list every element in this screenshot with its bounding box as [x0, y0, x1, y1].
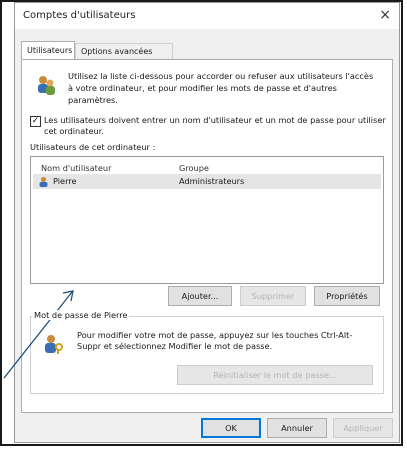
intro-text: Utilisez la liste ci-dessous pour accord…	[68, 71, 374, 105]
tab-users[interactable]: Utilisateurs	[21, 41, 75, 59]
users-tab-panel: Utilisez la liste ci-dessous pour accord…	[21, 59, 393, 413]
remove-user-button[interactable]: Supprimer	[240, 286, 306, 306]
title-bar: Comptes d'utilisateurs ×	[15, 3, 399, 29]
properties-button[interactable]: Propriétés	[314, 286, 380, 306]
password-group-title: Mot de passe de Pierre	[32, 310, 130, 320]
column-header-group[interactable]: Groupe	[179, 163, 209, 173]
apply-button[interactable]: Appliquer	[333, 418, 393, 438]
user-accounts-dialog: Comptes d'utilisateurs × Utilisateurs Op…	[14, 2, 400, 443]
password-groupbox: Pour modifier votre mot de passe, appuye…	[30, 316, 384, 394]
require-password-checkbox[interactable]: ✓	[30, 116, 41, 127]
user-key-icon	[45, 335, 63, 354]
cancel-button[interactable]: Annuler	[267, 418, 327, 438]
users-listbox[interactable]: Nom d'utilisateur Groupe Pierre Administ…	[30, 156, 384, 284]
add-user-button[interactable]: Ajouter...	[168, 286, 232, 306]
password-change-instructions: Pour modifier votre mot de passe, appuye…	[77, 330, 353, 351]
users-icon	[38, 76, 55, 95]
user-icon	[39, 176, 48, 187]
require-password-label: Les utilisateurs doivent entrer un nom d…	[44, 115, 386, 136]
reset-password-button[interactable]: Réinitialiser le mot de passe...	[177, 365, 373, 385]
table-row[interactable]: Pierre Administrateurs	[33, 174, 381, 189]
tab-advanced-options[interactable]: Options avancées	[75, 43, 173, 59]
user-name-cell: Pierre	[53, 176, 77, 186]
window-title: Comptes d'utilisateurs	[23, 10, 136, 21]
ok-button[interactable]: OK	[201, 418, 261, 438]
close-icon[interactable]: ×	[379, 7, 391, 23]
user-group-cell: Administrateurs	[179, 176, 245, 186]
column-header-username[interactable]: Nom d'utilisateur	[41, 163, 111, 173]
users-list-label: Utilisateurs de cet ordinateur :	[30, 142, 156, 152]
